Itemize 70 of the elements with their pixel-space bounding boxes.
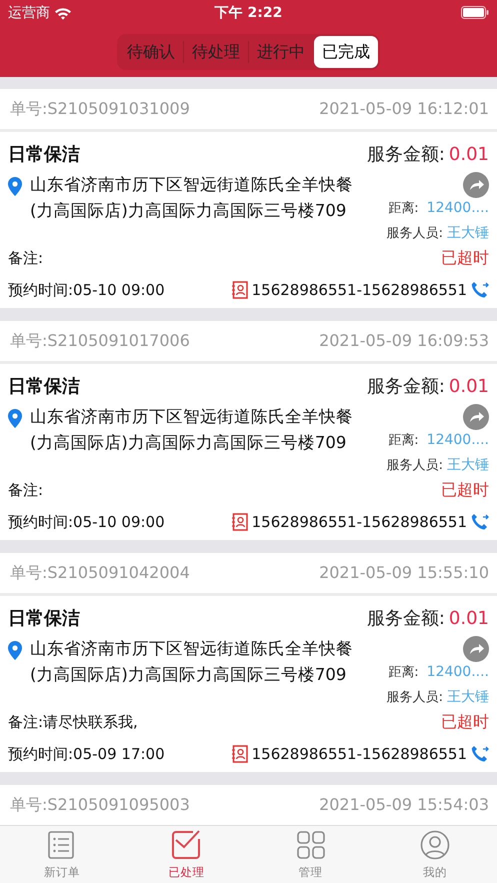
address-text: 山东省济南市历下区智远街道陈氏全羊快餐(力高国际店)力高国际力高国际三号楼709 bbox=[30, 638, 354, 686]
amount-value: 0.01 bbox=[448, 142, 489, 166]
segment-tab[interactable]: 已完成 bbox=[314, 36, 378, 68]
segment-tab[interactable]: 待确认 bbox=[119, 36, 183, 68]
order-date: 2021-05-09 15:54:03 bbox=[319, 794, 489, 816]
status-label: 已超时 bbox=[441, 711, 489, 733]
location-pin-icon bbox=[8, 177, 22, 196]
staff-label: 服务人员: bbox=[386, 456, 443, 475]
staff-label: 服务人员: bbox=[386, 224, 443, 243]
phone-number: 15628986551-15628986551 bbox=[252, 512, 467, 533]
service-title: 日常保洁 bbox=[8, 606, 80, 630]
service-title: 日常保洁 bbox=[8, 142, 80, 166]
appointment-time: 预约时间:05-10 09:00 bbox=[8, 280, 165, 301]
tab-bar-item[interactable]: 已处理 bbox=[124, 826, 248, 883]
phone-icon bbox=[471, 281, 489, 299]
distance-label: 距离: bbox=[388, 200, 419, 218]
status-time: 下午 2:22 bbox=[214, 4, 282, 20]
phone-icon bbox=[471, 745, 489, 763]
order-number: 单号:S2105091017006 bbox=[10, 330, 190, 352]
note-text: 备注:请尽快联系我, bbox=[8, 712, 138, 733]
tab-bar-item[interactable]: 新订单 bbox=[0, 826, 124, 883]
address-text: 山东省济南市历下区智远街道陈氏全羊快餐(力高国际店)力高国际力高国际三号楼709 bbox=[30, 174, 354, 222]
share-icon bbox=[463, 404, 489, 430]
segment-tab[interactable]: 进行中 bbox=[249, 36, 313, 68]
status-label: 已超时 bbox=[441, 247, 489, 269]
battery-icon bbox=[461, 6, 489, 20]
staff-name[interactable]: 王大锤 bbox=[447, 687, 489, 708]
staff-name[interactable]: 王大锤 bbox=[447, 223, 489, 244]
contact-card-icon bbox=[232, 745, 248, 763]
status-label: 已超时 bbox=[441, 479, 489, 501]
contact-card-icon bbox=[232, 513, 248, 531]
location-pin-icon bbox=[8, 641, 22, 660]
note-text: 备注: bbox=[8, 480, 44, 501]
carrier-name: 运营商 bbox=[8, 4, 50, 22]
distance-label: 距离: bbox=[388, 664, 419, 682]
address-text: 山东省济南市历下区智远街道陈氏全羊快餐(力高国际店)力高国际力高国际三号楼709 bbox=[30, 406, 354, 454]
phone-number: 15628986551-15628986551 bbox=[252, 744, 467, 765]
amount-label: 服务金额: bbox=[366, 606, 445, 630]
order-number: 单号:S2105091095003 bbox=[10, 794, 190, 816]
distance-value: 12400.... bbox=[426, 663, 489, 682]
order-date: 2021-05-09 16:09:53 bbox=[319, 330, 489, 352]
order-date: 2021-05-09 16:12:01 bbox=[319, 98, 489, 120]
user-icon bbox=[420, 830, 450, 860]
tab-bar-item[interactable]: 我的 bbox=[372, 826, 497, 883]
distance-label: 距离: bbox=[388, 432, 419, 450]
amount-value: 0.01 bbox=[448, 374, 489, 398]
appointment-time: 预约时间:05-09 17:00 bbox=[8, 744, 165, 765]
staff-label: 服务人员: bbox=[386, 688, 443, 707]
wifi-icon bbox=[54, 6, 72, 20]
share-icon bbox=[463, 172, 489, 198]
note-text: 备注: bbox=[8, 248, 44, 269]
segment-tab[interactable]: 待处理 bbox=[184, 36, 248, 68]
location-pin-icon bbox=[8, 409, 22, 428]
staff-name[interactable]: 王大锤 bbox=[447, 455, 489, 476]
order-number: 单号:S2105091031009 bbox=[10, 98, 190, 120]
phone-icon bbox=[471, 513, 489, 531]
service-title: 日常保洁 bbox=[8, 374, 80, 398]
contact-card-icon bbox=[232, 281, 248, 299]
order-number: 单号:S2105091042004 bbox=[10, 562, 190, 584]
grid-icon bbox=[296, 830, 326, 860]
amount-value: 0.01 bbox=[448, 606, 489, 630]
tab-bar-item[interactable]: 管理 bbox=[248, 826, 373, 883]
share-icon bbox=[463, 636, 489, 662]
distance-value: 12400.... bbox=[426, 199, 489, 218]
order-date: 2021-05-09 15:55:10 bbox=[319, 562, 489, 584]
phone-number: 15628986551-15628986551 bbox=[252, 280, 467, 301]
distance-value: 12400.... bbox=[426, 431, 489, 450]
amount-label: 服务金额: bbox=[366, 374, 445, 398]
appointment-time: 预约时间:05-10 09:00 bbox=[8, 512, 165, 533]
amount-label: 服务金额: bbox=[366, 142, 445, 166]
